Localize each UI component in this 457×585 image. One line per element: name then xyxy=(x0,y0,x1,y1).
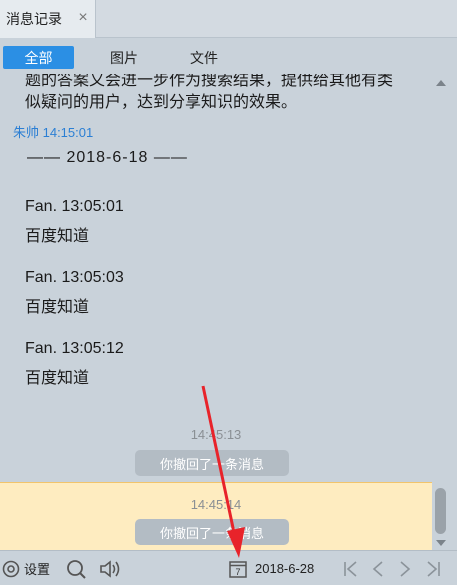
recall-timestamp: 14:45:14 xyxy=(190,497,242,512)
last-page-icon xyxy=(427,560,440,577)
settings-label: 设置 xyxy=(24,562,51,577)
entry-text: 百度知道 xyxy=(25,228,90,245)
first-page-icon xyxy=(344,560,357,577)
scroll-thumb[interactable] xyxy=(435,488,446,534)
tab-title: 消息记录 xyxy=(6,11,62,27)
settings-button[interactable]: 设置 xyxy=(1,551,50,585)
entry-sender: Fan. 13:05:03 xyxy=(25,269,124,286)
bottom-toolbar: 设置 7 2018-6-28 xyxy=(0,550,457,585)
last-page-button[interactable] xyxy=(424,551,442,585)
search-icon xyxy=(67,559,86,579)
scroll-up-icon[interactable] xyxy=(436,80,446,86)
entry-sender: Fan. 13:05:12 xyxy=(25,340,124,357)
filter-images-button[interactable]: 图片 xyxy=(104,46,144,69)
message-history: 题的答案又会进一步作为搜索结果，提供给其他有类 似疑问的用户，达到分享知识的效果… xyxy=(0,74,432,550)
calendar-button[interactable]: 7 xyxy=(228,551,248,585)
tab-bar: 消息记录 × xyxy=(0,0,457,38)
volume-button[interactable] xyxy=(98,551,124,585)
search-button[interactable] xyxy=(65,551,87,585)
date-separator: —— 2018-6-18 —— xyxy=(27,149,188,166)
calendar-icon: 7 xyxy=(229,560,247,578)
next-page-button[interactable] xyxy=(397,551,413,585)
prev-page-button[interactable] xyxy=(370,551,386,585)
prev-page-icon xyxy=(372,560,383,577)
recall-timestamp: 14:45:13 xyxy=(190,427,242,442)
message-line: 题的答案又会进一步作为搜索结果，提供给其他有类 xyxy=(25,74,394,89)
filter-bar: 全部 图片 文件 xyxy=(0,38,457,74)
entry-sender: Fan. 13:05:01 xyxy=(25,198,124,215)
svg-text:7: 7 xyxy=(235,567,240,577)
entry-text: 百度知道 xyxy=(25,299,90,316)
recall-notice: 你撤回了一条消息 xyxy=(135,450,289,476)
date-display: 2018-6-28 xyxy=(255,551,314,585)
first-page-button[interactable] xyxy=(342,551,360,585)
message-text: 题的答案又会进一步作为搜索结果，提供给其他有类 似疑问的用户，达到分享知识的效果… xyxy=(25,74,425,114)
message-line: 似疑问的用户，达到分享知识的效果。 xyxy=(25,94,298,111)
close-icon[interactable]: × xyxy=(75,10,91,26)
filter-all-button[interactable]: 全部 xyxy=(3,46,74,69)
entry-text: 百度知道 xyxy=(25,370,90,387)
tab-message-history[interactable]: 消息记录 × xyxy=(0,0,96,38)
recall-notice: 你撤回了一条消息 xyxy=(135,519,289,545)
scroll-down-icon[interactable] xyxy=(436,540,446,546)
scrollbar[interactable] xyxy=(432,74,452,550)
volume-icon xyxy=(100,559,120,578)
next-page-icon xyxy=(400,560,411,577)
settings-icon xyxy=(2,560,20,577)
date-text: 2018-6-28 xyxy=(255,561,315,576)
sender-line: 朱帅 14:15:01 xyxy=(13,125,94,140)
filter-files-button[interactable]: 文件 xyxy=(184,46,224,69)
